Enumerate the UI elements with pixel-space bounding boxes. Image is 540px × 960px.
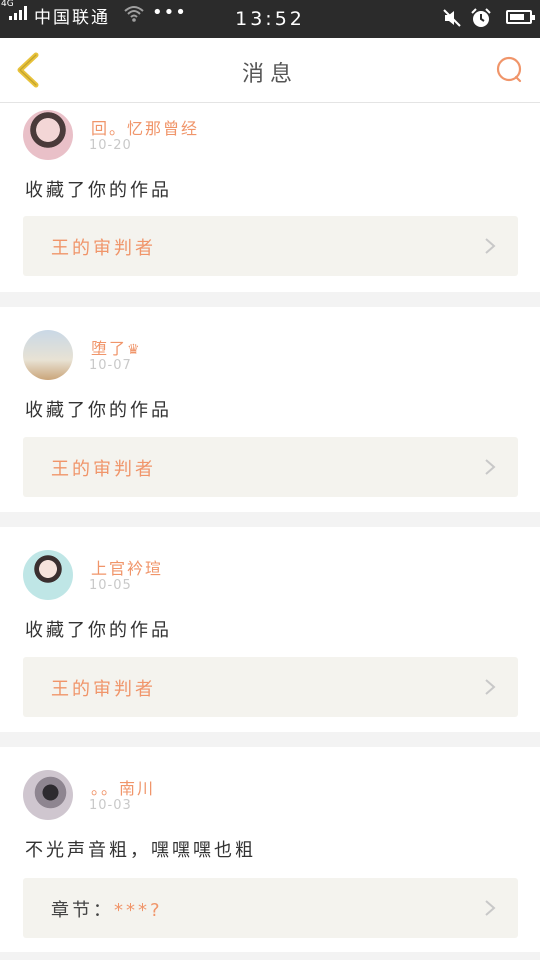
chevron-right-icon [485, 679, 496, 695]
chapter-reference[interactable]: 章节：***? [23, 878, 518, 938]
message-text: 收藏了你的作品 [25, 180, 172, 201]
username[interactable]: 回。忆那曾经 [91, 115, 199, 139]
work-title: 王的审判者 [51, 459, 156, 480]
message-date: 10-03 [89, 798, 132, 813]
avatar[interactable] [23, 770, 73, 820]
avatar[interactable] [23, 330, 73, 380]
reference-label: 章节： [51, 900, 114, 921]
status-bar: 4G 中国联通 ••• 13:52 [0, 0, 540, 38]
chapter-title: ***? [114, 900, 163, 921]
alarm-icon [471, 8, 491, 27]
message-date: 10-20 [89, 138, 132, 153]
work-reference[interactable]: 王的审判者 [23, 657, 518, 717]
chevron-right-icon [485, 459, 496, 475]
chevron-right-icon [485, 238, 496, 254]
chevron-right-icon [485, 900, 496, 916]
mute-icon [443, 9, 461, 27]
message-card: 上官衿瑄 10-05 收藏了你的作品 王的审判者 [0, 527, 540, 732]
username[interactable]: 上官衿瑄 [91, 555, 163, 579]
message-card: 回。忆那曾经 10-20 收藏了你的作品 王的审判者 [0, 103, 540, 292]
avatar[interactable] [23, 110, 73, 160]
message-text: 收藏了你的作品 [25, 620, 172, 641]
message-card: 。。南川 10-03 不光声音粗，嘿嘿嘿也粗 章节：***? [0, 747, 540, 952]
navigation-bar: 消息 [0, 38, 540, 103]
page-title: 消息 [241, 62, 298, 87]
crown-icon: ♛ [127, 342, 142, 358]
work-title: 王的审判者 [51, 679, 156, 700]
message-card: 堕了♛ 10-07 收藏了你的作品 王的审判者 [0, 307, 540, 512]
message-text: 收藏了你的作品 [25, 400, 172, 421]
work-reference[interactable]: 王的审判者 [23, 437, 518, 497]
username[interactable]: 。。南川 [91, 775, 155, 799]
avatar[interactable] [23, 550, 73, 600]
work-title: 王的审判者 [51, 238, 156, 259]
search-button[interactable] [494, 54, 526, 86]
username[interactable]: 堕了♛ [91, 335, 142, 359]
message-date: 10-07 [89, 358, 132, 373]
work-reference[interactable]: 王的审判者 [23, 216, 518, 276]
message-date: 10-05 [89, 578, 132, 593]
battery-icon [506, 10, 535, 24]
message-text: 不光声音粗，嘿嘿嘿也粗 [25, 840, 256, 861]
